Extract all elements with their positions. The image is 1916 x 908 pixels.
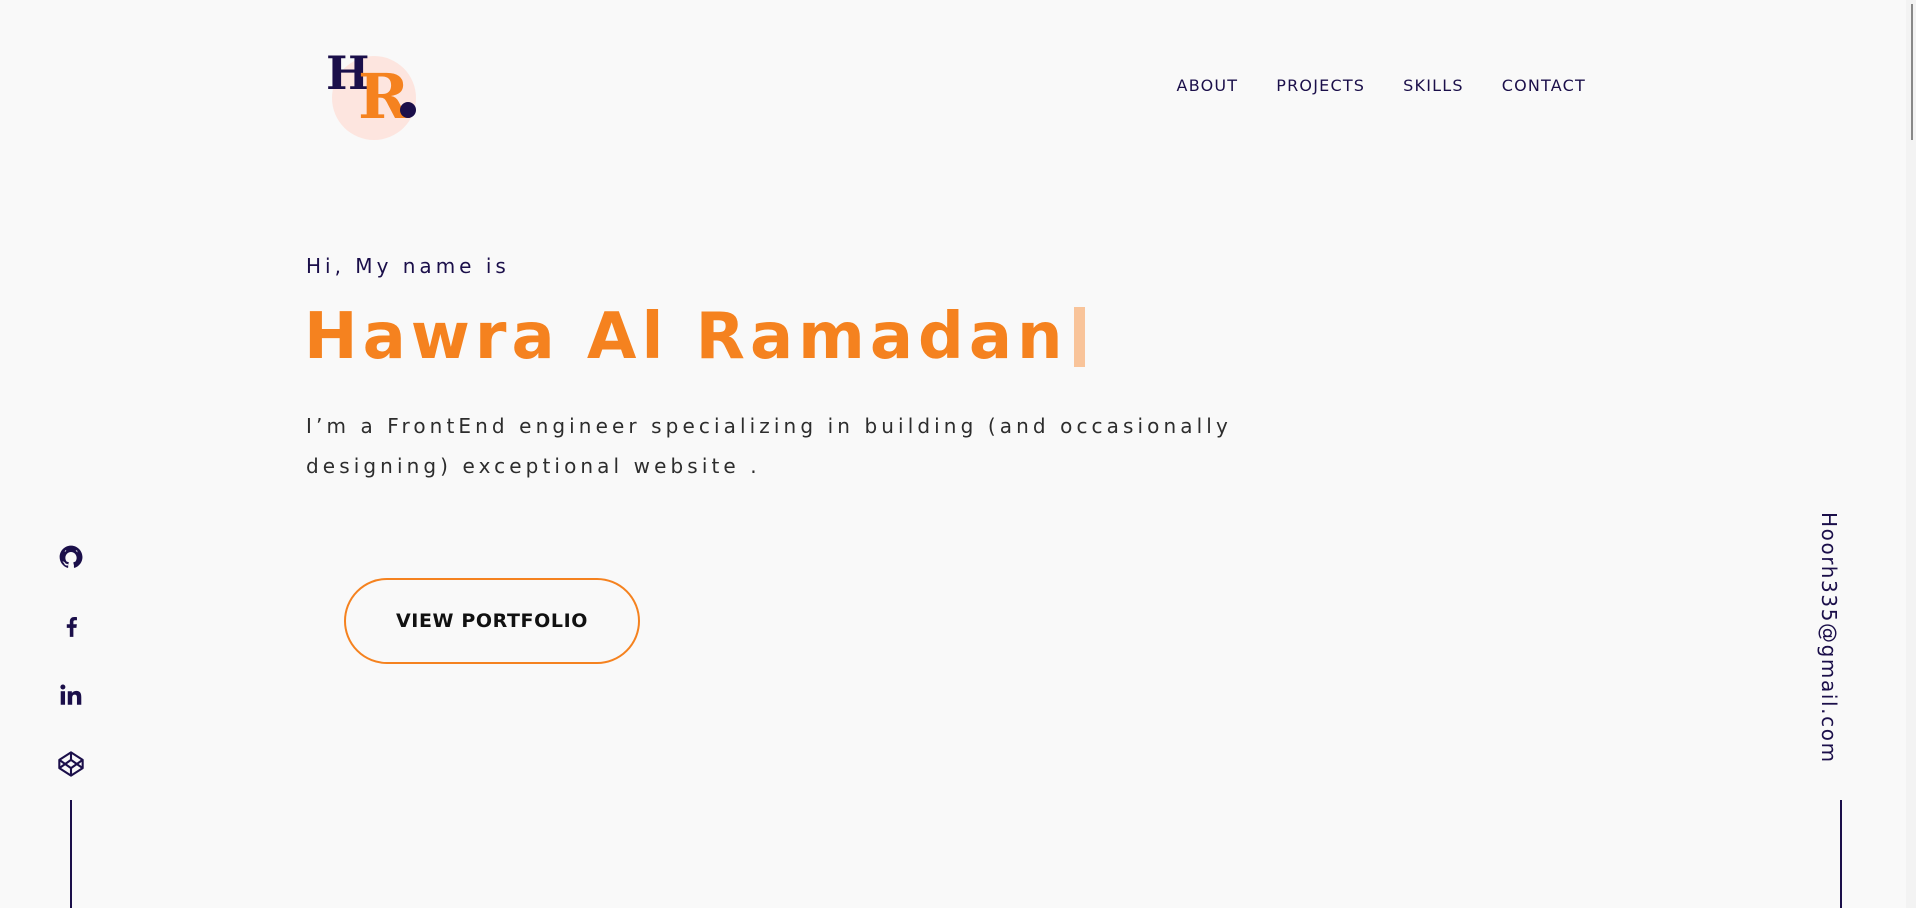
page: H R ABOUT PROJECTS SKILLS CONTACT Hi, My…	[0, 0, 1916, 908]
hero-name: Hawra Al Ramadan	[304, 300, 1068, 374]
facebook-icon[interactable]	[54, 609, 88, 643]
logo-dot	[400, 102, 416, 118]
hero-name-line: Hawra Al Ramadan	[304, 302, 1085, 372]
github-icon[interactable]	[54, 540, 88, 574]
main-nav: ABOUT PROJECTS SKILLS CONTACT	[1177, 76, 1586, 95]
social-divider-line	[70, 800, 72, 908]
email-sidebar: Hoorh335@gmail.com	[1817, 512, 1857, 772]
nav-link-skills[interactable]: SKILLS	[1403, 76, 1464, 95]
linkedin-icon[interactable]	[54, 678, 88, 712]
hero-intro: I’m a FrontEnd engineer specializing in …	[306, 414, 1232, 478]
site-logo[interactable]: H R	[322, 50, 422, 140]
nav-link-contact[interactable]: CONTACT	[1502, 76, 1586, 95]
logo-letter-r: R	[358, 60, 410, 133]
email-divider-line	[1840, 800, 1842, 908]
typing-cursor	[1073, 307, 1085, 368]
page-scrollbar[interactable]	[1906, 0, 1916, 908]
codepen-icon[interactable]	[54, 747, 88, 781]
scrollbar-thumb[interactable]	[1911, 4, 1913, 140]
email-link[interactable]: Hoorh335@gmail.com	[1817, 512, 1841, 764]
view-portfolio-button[interactable]: VIEW PORTFOLIO	[344, 578, 640, 664]
nav-link-about[interactable]: ABOUT	[1177, 76, 1239, 95]
nav-link-projects[interactable]: PROJECTS	[1276, 76, 1365, 95]
hero-greeting: Hi, My name is	[306, 254, 510, 278]
